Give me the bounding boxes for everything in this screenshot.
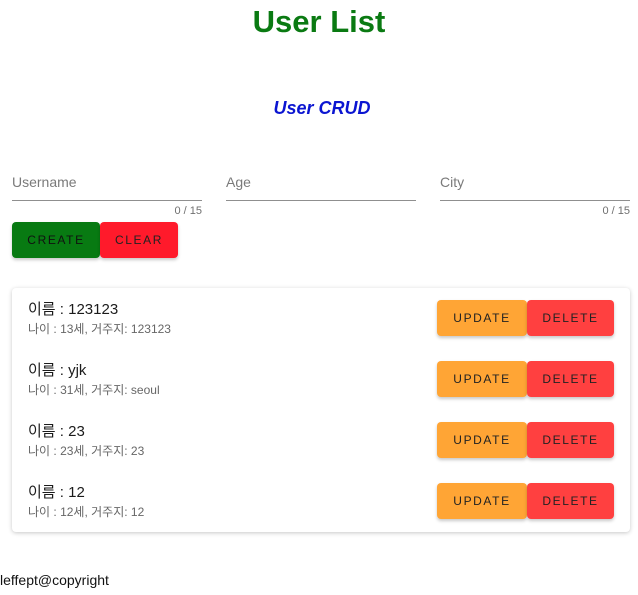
age-underline <box>226 200 416 201</box>
page-subtitle: User CRUD <box>273 98 371 118</box>
page-title: User List <box>252 4 386 39</box>
delete-button[interactable]: DELETE <box>527 300 614 336</box>
delete-button[interactable]: DELETE <box>527 483 614 519</box>
delete-button[interactable]: DELETE <box>527 361 614 397</box>
username-placeholder: Username <box>12 174 77 190</box>
list-item: 이름 : 23 나이 : 23세, 거주지: 23 UPDATE DELETE <box>12 410 630 471</box>
username-underline <box>12 200 202 201</box>
list-item: 이름 : 12 나이 : 12세, 거주지: 12 UPDATE DELETE <box>12 471 630 532</box>
delete-button[interactable]: DELETE <box>527 422 614 458</box>
user-detail: 나이 : 12세, 거주지: 12 <box>28 505 145 519</box>
username-counter: 0 / 15 <box>174 205 202 217</box>
user-detail: 나이 : 13세, 거주지: 123123 <box>28 322 171 336</box>
clear-button[interactable]: CLEAR <box>100 222 178 258</box>
age-field[interactable]: Age <box>226 170 416 218</box>
create-button[interactable]: CREATE <box>12 222 100 258</box>
update-button[interactable]: UPDATE <box>437 422 527 458</box>
user-detail: 나이 : 23세, 거주지: 23 <box>28 444 145 458</box>
age-placeholder: Age <box>226 174 251 190</box>
user-list: 이름 : 123123 나이 : 13세, 거주지: 123123 UPDATE… <box>12 288 630 532</box>
list-item: 이름 : yjk 나이 : 31세, 거주지: seoul UPDATE DEL… <box>12 349 630 410</box>
list-item: 이름 : 123123 나이 : 13세, 거주지: 123123 UPDATE… <box>12 288 630 349</box>
user-name: 이름 : 123123 <box>28 301 119 318</box>
update-button[interactable]: UPDATE <box>437 300 527 336</box>
update-button[interactable]: UPDATE <box>437 483 527 519</box>
city-field[interactable]: City 0 / 15 <box>440 170 630 218</box>
city-counter: 0 / 15 <box>602 205 630 217</box>
update-button[interactable]: UPDATE <box>437 361 527 397</box>
username-field[interactable]: Username 0 / 15 <box>12 170 202 218</box>
user-name: 이름 : yjk <box>28 362 87 379</box>
user-name: 이름 : 12 <box>28 484 85 501</box>
user-detail: 나이 : 31세, 거주지: seoul <box>28 383 160 397</box>
city-underline <box>440 200 630 201</box>
user-name: 이름 : 23 <box>28 423 85 440</box>
footer-copyright: leffept@copyright <box>0 572 109 588</box>
city-placeholder: City <box>440 174 465 190</box>
page: User List User CRUD Username 0 / 15 Age … <box>0 0 638 595</box>
